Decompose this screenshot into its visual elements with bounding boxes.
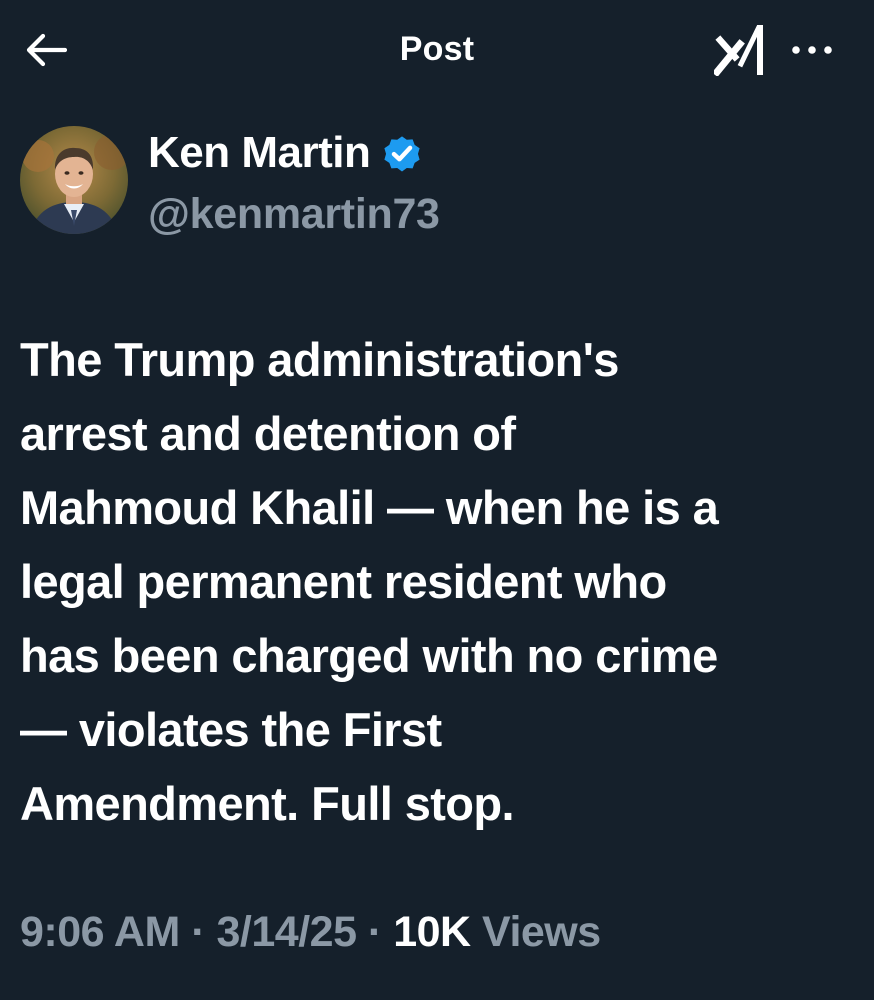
views-count[interactable]: 10K <box>393 908 471 956</box>
display-name[interactable]: Ken Martin <box>148 128 371 178</box>
avatar[interactable] <box>20 126 128 234</box>
profile-photo <box>20 126 128 234</box>
more-horizontal-icon <box>792 46 832 54</box>
verified-badge-icon[interactable] <box>380 131 424 175</box>
grok-icon <box>714 25 763 76</box>
author-block: Ken Martin @kenmartin73 <box>20 124 854 238</box>
post-text: The Trump administration's arrest and de… <box>20 333 719 830</box>
post-date[interactable]: 3/14/25 <box>217 908 357 956</box>
user-handle[interactable]: @kenmartin73 <box>148 190 440 238</box>
meta-separator: · <box>356 908 394 956</box>
meta-separator: · <box>179 908 217 956</box>
views-label[interactable]: Views <box>471 908 601 956</box>
display-name-row: Ken Martin <box>148 128 424 178</box>
post-time[interactable]: 9:06 AM <box>20 908 180 956</box>
more-options-button[interactable] <box>786 30 838 70</box>
top-bar: Post <box>0 0 874 100</box>
post-metadata: 9:06 AM · 3/14/25 · 10K Views <box>20 902 601 962</box>
grok-button[interactable] <box>712 22 768 78</box>
